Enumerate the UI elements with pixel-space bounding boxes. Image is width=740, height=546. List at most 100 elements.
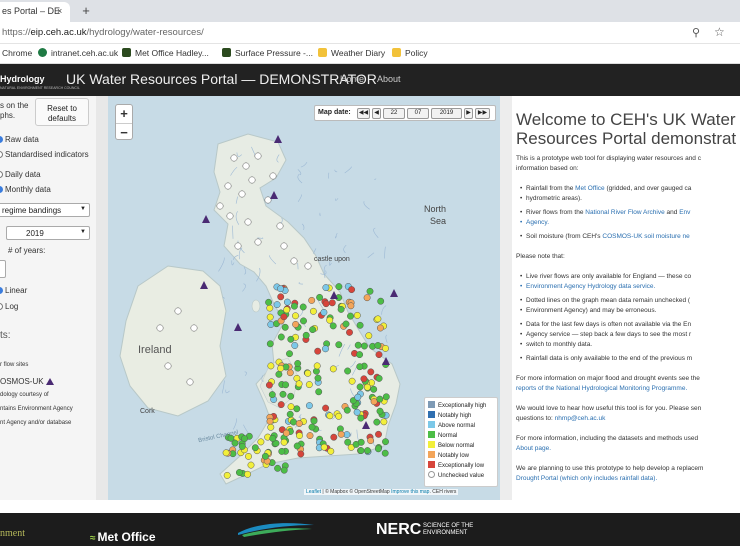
flow-site-marker[interactable] (376, 395, 384, 403)
flow-site-marker[interactable] (280, 242, 288, 250)
flow-site-marker[interactable] (269, 172, 277, 180)
flow-site-marker[interactable] (326, 412, 334, 420)
flow-site-marker[interactable] (364, 447, 371, 455)
flow-site-marker[interactable] (190, 324, 198, 332)
flow-site-marker[interactable] (308, 296, 316, 304)
flow-site-marker[interactable] (356, 383, 364, 391)
bookmark-item[interactable]: Chrome (2, 48, 32, 58)
flow-site-marker[interactable] (265, 298, 273, 306)
day-select[interactable]: 22 (383, 108, 405, 119)
flow-site-marker[interactable] (375, 351, 383, 359)
flow-site-marker[interactable] (273, 301, 281, 309)
flow-site-marker[interactable] (354, 393, 362, 401)
flow-site-marker[interactable] (274, 464, 282, 472)
flow-site-marker[interactable] (328, 299, 336, 307)
ea-hydrology-link[interactable]: Environment Agency Hydrology data servic… (520, 282, 655, 292)
flow-site-marker[interactable] (343, 431, 351, 439)
search-icon[interactable]: ⚲ (692, 26, 700, 39)
flow-site-marker[interactable] (266, 313, 274, 321)
flow-site-marker[interactable] (269, 435, 277, 442)
flow-site-marker[interactable] (329, 365, 337, 373)
flow-site-marker[interactable] (327, 447, 335, 455)
layer-flow-sites[interactable]: r flow sites (0, 362, 28, 368)
flow-site-marker[interactable] (353, 408, 361, 416)
env-agency-link[interactable]: Env (679, 209, 690, 216)
next-date-button[interactable]: ▶ (464, 108, 473, 119)
flow-site-marker[interactable] (266, 304, 274, 312)
flow-site-marker[interactable] (267, 423, 275, 431)
flow-site-marker[interactable] (356, 321, 364, 329)
flow-site-marker[interactable] (286, 369, 294, 377)
flow-site-marker[interactable] (275, 370, 283, 378)
flow-site-marker[interactable] (322, 300, 330, 308)
flow-site-marker[interactable] (231, 439, 239, 447)
flow-site-marker[interactable] (248, 176, 256, 184)
flow-site-marker[interactable] (290, 418, 297, 426)
prev-date-button[interactable]: ◀ (372, 108, 381, 119)
flow-site-marker[interactable] (156, 324, 164, 332)
flow-site-marker[interactable] (374, 315, 382, 323)
flow-site-marker[interactable] (254, 238, 262, 246)
panel-divider[interactable] (96, 96, 108, 500)
browser-tab[interactable]: es Portal – DE × (0, 2, 70, 22)
flow-site-marker[interactable] (244, 470, 252, 478)
flow-site-marker[interactable] (337, 305, 345, 313)
cosmos-site-icon[interactable] (274, 135, 282, 143)
flow-site-marker[interactable] (367, 368, 375, 376)
cosmos-site-icon[interactable] (270, 191, 278, 199)
flow-site-marker[interactable] (299, 303, 307, 311)
flow-site-marker[interactable] (322, 284, 330, 292)
zoom-in-button[interactable]: + (116, 105, 132, 123)
year-select[interactable]: 2019 ▼ (6, 226, 90, 240)
flow-site-marker[interactable] (292, 320, 300, 328)
flow-site-marker[interactable] (226, 212, 234, 220)
flow-site-marker[interactable] (375, 374, 383, 382)
flow-site-marker[interactable] (375, 430, 382, 438)
cosmos-link[interactable]: COSMOS-UK soil moisture ne (602, 233, 689, 240)
flow-site-marker[interactable] (335, 283, 343, 291)
flow-site-marker[interactable] (304, 262, 312, 270)
flow-site-marker[interactable] (305, 381, 313, 389)
flow-site-marker[interactable] (366, 287, 374, 295)
flow-site-marker[interactable] (291, 342, 299, 349)
first-date-button[interactable]: ◀◀ (357, 108, 370, 119)
flow-site-marker[interactable] (290, 302, 298, 310)
address-bar[interactable]: https://eip.ceh.ac.uk/hydrology/water-re… (0, 22, 740, 44)
flow-site-marker[interactable] (287, 403, 295, 411)
flow-site-marker[interactable] (313, 362, 321, 370)
flow-site-marker[interactable] (348, 286, 356, 294)
cosmos-site-icon[interactable] (390, 289, 398, 297)
flow-site-marker[interactable] (305, 402, 313, 410)
cosmos-site-icon[interactable] (234, 323, 242, 331)
year-select[interactable]: 2019 (431, 108, 462, 119)
flow-site-marker[interactable] (365, 332, 373, 340)
flow-site-marker[interactable] (335, 412, 343, 420)
flow-site-marker[interactable] (322, 345, 329, 353)
close-icon[interactable]: × (57, 6, 62, 16)
flow-site-marker[interactable] (356, 363, 364, 371)
flow-site-marker[interactable] (277, 333, 285, 341)
flow-site-marker[interactable] (280, 466, 288, 474)
new-tab-button[interactable]: + (79, 4, 93, 18)
brand-logo[interactable]: Hydrology (0, 74, 45, 84)
flow-site-marker[interactable] (309, 326, 317, 334)
bookmark-item[interactable]: Weather Diary (318, 48, 385, 58)
flow-site-marker[interactable] (247, 461, 255, 469)
flow-site-marker[interactable] (357, 438, 365, 446)
env-agency-link-cont[interactable]: Agency. (520, 218, 549, 228)
flow-site-marker[interactable] (357, 414, 365, 422)
reset-defaults-button[interactable]: Reset to defaults (35, 98, 89, 126)
bookmark-item[interactable]: Surface Pressure -... (222, 48, 313, 58)
last-date-button[interactable]: ▶▶ (475, 108, 490, 119)
flow-site-marker[interactable] (295, 380, 303, 388)
flow-site-marker[interactable] (257, 438, 265, 446)
flow-site-marker[interactable] (381, 449, 389, 457)
flow-site-marker[interactable] (295, 420, 303, 427)
flow-site-marker[interactable] (216, 202, 224, 210)
flow-site-marker[interactable] (360, 375, 368, 383)
panel-divider[interactable] (500, 96, 512, 500)
flow-site-marker[interactable] (382, 344, 389, 352)
flow-site-marker[interactable] (356, 351, 364, 359)
flow-site-marker[interactable] (293, 442, 301, 450)
flow-site-marker[interactable] (309, 307, 317, 315)
